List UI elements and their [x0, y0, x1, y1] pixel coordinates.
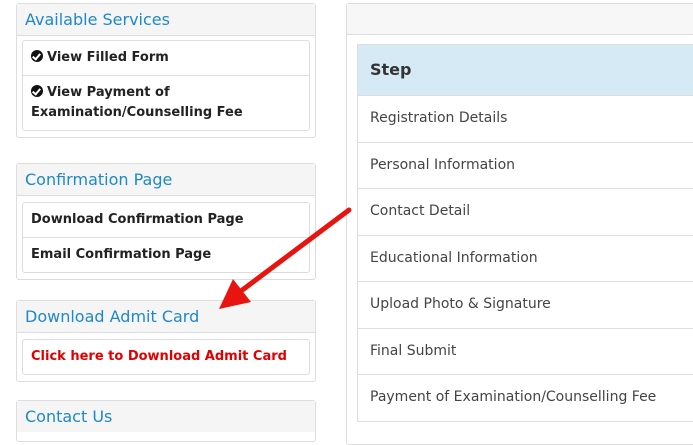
confirmation-panel: Confirmation Page Download Confirmation … — [16, 163, 316, 280]
download-admit-card-link[interactable]: Click here to Download Admit Card — [22, 339, 310, 375]
available-services-panel: Available Services View Filled Form View… — [16, 3, 316, 138]
step-educational-information[interactable]: Educational Information — [358, 236, 693, 282]
view-payment-label-line1: View Payment of — [47, 85, 170, 100]
check-circle-icon — [31, 85, 43, 97]
available-services-title: Available Services — [17, 4, 315, 36]
step-contact-detail[interactable]: Contact Detail — [358, 189, 693, 236]
view-payment-link[interactable]: View Payment of Examination/Counselling … — [22, 75, 310, 131]
steps-header: Step — [358, 45, 693, 96]
step-final-submit[interactable]: Final Submit — [358, 329, 693, 375]
view-payment-label-line2: Examination/Counselling Fee — [31, 105, 243, 120]
step-personal-information[interactable]: Personal Information — [358, 143, 693, 189]
view-filled-form-link[interactable]: View Filled Form — [22, 40, 310, 76]
steps-table: Step Registration Details Personal Infor… — [357, 44, 693, 422]
view-filled-form-label: View Filled Form — [47, 50, 169, 65]
download-confirmation-link[interactable]: Download Confirmation Page — [22, 202, 310, 238]
admit-card-title: Download Admit Card — [17, 301, 315, 333]
contact-title: Contact Us — [17, 401, 315, 432]
step-upload-photo-signature[interactable]: Upload Photo & Signature — [358, 282, 693, 329]
email-confirmation-link[interactable]: Email Confirmation Page — [22, 237, 310, 273]
admit-card-body: Click here to Download Admit Card — [17, 333, 315, 381]
step-registration-details[interactable]: Registration Details — [358, 96, 693, 143]
confirmation-title: Confirmation Page — [17, 164, 315, 196]
steps-container-header — [347, 4, 693, 35]
step-payment-fee[interactable]: Payment of Examination/Counselling Fee — [358, 375, 693, 421]
admit-card-panel: Download Admit Card Click here to Downlo… — [16, 300, 316, 382]
confirmation-list: Download Confirmation Page Email Confirm… — [17, 196, 315, 279]
available-services-list: View Filled Form View Payment of Examina… — [17, 36, 315, 137]
check-circle-icon — [31, 50, 43, 62]
contact-panel: Contact Us — [16, 400, 316, 442]
